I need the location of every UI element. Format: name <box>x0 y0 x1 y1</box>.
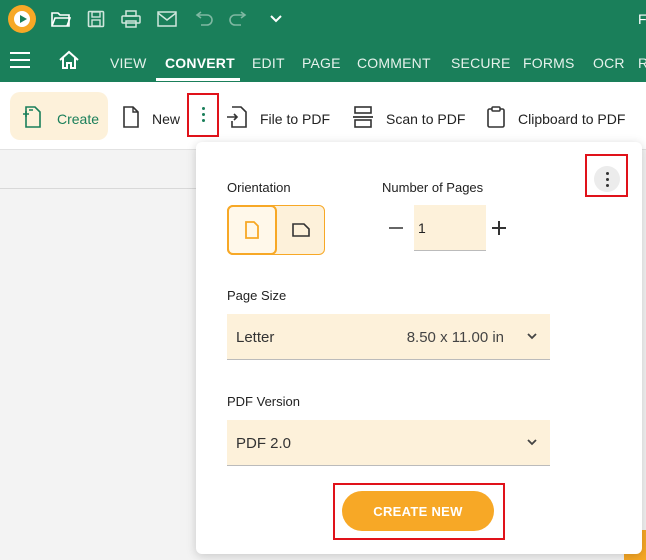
highlight-panel-more <box>585 154 628 197</box>
tab-secure[interactable]: SECURE <box>451 55 511 71</box>
file-to-pdf-label: File to PDF <box>260 110 331 127</box>
landscape-button[interactable] <box>278 206 324 254</box>
undo-icon[interactable] <box>192 8 214 30</box>
landscape-icon <box>292 223 310 237</box>
tab-view[interactable]: VIEW <box>110 55 147 71</box>
scan-to-pdf-button[interactable]: Scan to PDF <box>352 106 465 131</box>
menu-bar: VIEW CONVERT EDIT PAGE COMMENT SECURE FO… <box>0 38 646 82</box>
highlight-create-new <box>333 483 505 540</box>
tab-partial[interactable]: R <box>638 55 646 71</box>
new-label: New <box>152 110 181 127</box>
new-button[interactable]: New <box>122 106 180 131</box>
tab-page[interactable]: PAGE <box>302 55 341 71</box>
create-document-icon <box>22 106 42 131</box>
convert-toolbar: Create New File to PDF Scan to PDF Clipb… <box>0 82 646 150</box>
hamburger-menu-icon[interactable] <box>10 52 30 68</box>
page-size-select[interactable]: Letter 8.50 x 11.00 in <box>227 314 550 360</box>
window-title: F <box>638 11 646 27</box>
tab-forms[interactable]: FORMS <box>523 55 575 71</box>
scanner-icon <box>352 106 374 131</box>
orientation-label: Orientation <box>227 180 291 195</box>
new-document-icon <box>122 106 140 131</box>
decrement-pages-button[interactable] <box>388 220 404 236</box>
pages-label: Number of Pages <box>382 180 484 195</box>
open-folder-icon[interactable] <box>50 8 72 30</box>
title-bar: F <box>0 0 646 38</box>
active-tab-indicator <box>156 78 240 81</box>
pages-input[interactable] <box>414 205 486 251</box>
tab-ocr[interactable]: OCR <box>593 55 625 71</box>
redo-icon[interactable] <box>228 8 250 30</box>
chevron-down-icon <box>526 434 538 451</box>
print-icon[interactable] <box>120 8 142 30</box>
scan-to-pdf-label: Scan to PDF <box>386 110 466 127</box>
tab-comment[interactable]: COMMENT <box>357 55 431 71</box>
clipboard-to-pdf-button[interactable]: Clipboard to PDF <box>486 106 625 131</box>
page-size-dimensions: 8.50 x 11.00 in <box>406 329 504 346</box>
tab-convert[interactable]: CONVERT <box>165 55 235 71</box>
pdf-version-select[interactable]: PDF 2.0 <box>227 420 550 466</box>
portrait-button[interactable] <box>227 205 277 255</box>
clipboard-icon <box>486 106 506 131</box>
chevron-down-icon[interactable] <box>265 8 287 30</box>
chevron-down-icon <box>526 328 538 345</box>
pdf-version-value: PDF 2.0 <box>236 435 292 452</box>
divider <box>0 188 200 189</box>
save-icon[interactable] <box>85 8 107 30</box>
portrait-icon <box>245 221 259 239</box>
highlight-more-options <box>187 93 219 137</box>
page-size-label: Page Size <box>227 288 287 303</box>
pdf-version-label: PDF Version <box>227 394 300 409</box>
increment-pages-button[interactable] <box>492 220 508 236</box>
app-logo-icon[interactable] <box>8 5 36 33</box>
mail-icon[interactable] <box>156 8 178 30</box>
page-size-value: Letter <box>236 329 275 346</box>
clipboard-to-pdf-label: Clipboard to PDF <box>518 110 626 127</box>
file-to-pdf-button[interactable]: File to PDF <box>226 106 330 131</box>
home-icon[interactable] <box>58 50 80 75</box>
create-button-content[interactable]: Create <box>22 106 99 131</box>
create-label: Create <box>57 110 100 127</box>
tab-edit[interactable]: EDIT <box>252 55 285 71</box>
file-to-pdf-icon <box>226 106 248 131</box>
